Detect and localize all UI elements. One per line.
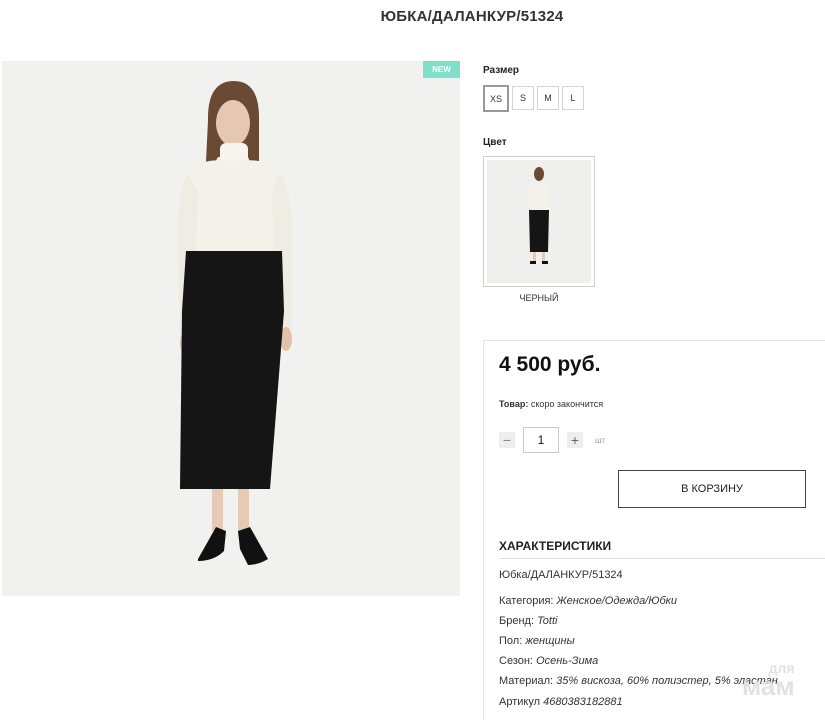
product-price: 4 500 руб. <box>499 353 601 376</box>
quantity-unit: шт <box>595 436 606 445</box>
stock-value: скоро закончится <box>530 399 604 409</box>
spec-row-brand: Бренд: Totti <box>499 615 557 627</box>
spec-row-season: Сезон: Осень-Зима <box>499 655 598 667</box>
size-option-s[interactable]: S <box>512 86 534 110</box>
color-swatch-black[interactable] <box>483 156 595 287</box>
model-illustration <box>2 61 460 596</box>
spec-key: Материал: <box>499 675 554 687</box>
quantity-increase-button[interactable]: + <box>567 432 583 448</box>
swatch-model-illustration <box>487 160 591 283</box>
spec-row-gender: Пол: женщины <box>499 635 575 647</box>
stock-label: Товар: <box>499 399 529 409</box>
stock-status: Товар: скоро закончится <box>499 399 603 409</box>
size-option-l[interactable]: L <box>562 86 584 110</box>
specs-divider <box>499 558 825 559</box>
add-to-cart-button[interactable]: В КОРЗИНУ <box>618 470 806 508</box>
size-selector: XS S M L <box>483 85 584 112</box>
color-label: Цвет <box>483 137 507 148</box>
spec-value: женщины <box>525 635 575 647</box>
color-swatch-thumbnail <box>487 160 591 283</box>
size-option-m[interactable]: M <box>537 86 559 110</box>
spec-value: Женское/Одежда/Юбки <box>556 595 677 607</box>
spec-sku-line: Юбка/ДАЛАНКУР/51324 <box>499 569 623 581</box>
quantity-decrease-button[interactable]: − <box>499 432 515 448</box>
site-watermark: для мам <box>742 661 795 701</box>
product-photo[interactable] <box>2 61 460 596</box>
watermark-line-2: мам <box>742 670 795 701</box>
quantity-input[interactable] <box>523 427 559 453</box>
product-title: ЮБКА/ДАЛАНКУР/51324 <box>380 8 564 25</box>
size-label: Размер <box>483 65 520 76</box>
spec-key: Сезон: <box>499 655 533 667</box>
spec-key: Бренд: <box>499 615 535 627</box>
size-option-xs[interactable]: XS <box>483 85 509 112</box>
spec-value: Осень-Зима <box>536 655 599 667</box>
spec-key: Артикул <box>499 696 541 708</box>
specs-heading: ХАРАКТЕРИСТИКИ <box>499 539 612 553</box>
spec-value: Totti <box>537 615 558 627</box>
spec-value: 4680383182881 <box>543 696 623 708</box>
spec-key: Категория: <box>499 595 554 607</box>
spec-row-category: Категория: Женское/Одежда/Юбки <box>499 595 677 607</box>
spec-key: Пол: <box>499 635 523 647</box>
new-badge: NEW <box>423 61 460 78</box>
spec-row-material: Материал: 35% вискоза, 60% полиэстер, 5%… <box>499 675 778 687</box>
spec-row-article: Артикул 4680383182881 <box>499 696 623 708</box>
color-name: ЧЕРНЫЙ <box>519 293 559 303</box>
